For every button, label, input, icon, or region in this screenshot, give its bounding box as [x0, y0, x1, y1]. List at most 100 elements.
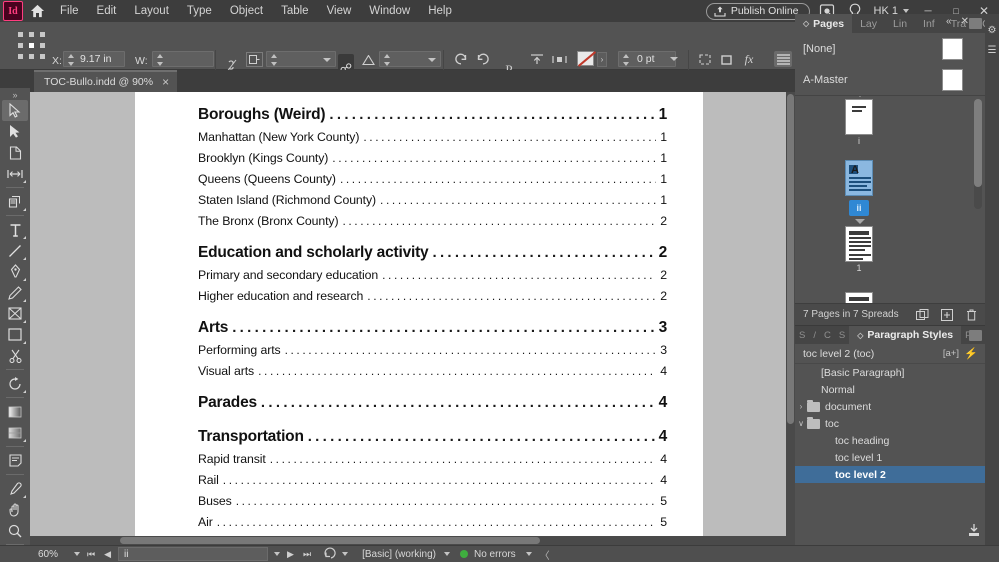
scale-x-spinner-icon[interactable] — [270, 54, 279, 66]
toc-text-frame[interactable]: Boroughs (Weird)........................… — [198, 106, 667, 545]
tool-flyout-arrow-icon[interactable] — [23, 390, 26, 393]
page-thumbnail-item[interactable]: 2 — [845, 292, 873, 303]
toc-entry-level-2[interactable]: Brooklyn (Kings County).................… — [198, 151, 667, 165]
x-spinner-icon[interactable] — [67, 54, 76, 66]
tool-flyout-arrow-icon[interactable] — [23, 320, 26, 323]
tools-collapse-handle[interactable]: » — [2, 90, 28, 100]
new-page-icon[interactable] — [939, 308, 955, 322]
style-item-toc-heading[interactable]: toc heading — [795, 432, 985, 449]
tool-flyout-arrow-icon[interactable] — [23, 236, 26, 239]
zoom-level-value[interactable]: 60% — [22, 549, 74, 560]
toc-entry-level-2[interactable]: Rapid transit...........................… — [198, 452, 667, 466]
master-thumbnail[interactable] — [942, 38, 963, 60]
pencil-tool[interactable] — [2, 282, 28, 303]
scale-x-field[interactable] — [266, 51, 336, 67]
menu-edit[interactable]: Edit — [88, 0, 126, 22]
align-top-icon[interactable] — [528, 52, 545, 67]
fitting-options-icon[interactable] — [696, 52, 713, 67]
preflight-status[interactable] — [318, 547, 354, 562]
menu-view[interactable]: View — [318, 0, 361, 22]
document-page[interactable]: Boroughs (Weird)........................… — [135, 92, 703, 545]
toc-entry-level-1[interactable]: Boroughs (Weird)........................… — [198, 106, 667, 124]
hand-tool[interactable] — [2, 499, 28, 520]
dock-collapse-icon[interactable]: « — [946, 16, 952, 27]
page-thumbnail[interactable] — [845, 99, 873, 135]
style-item--basic-paragraph-[interactable]: [Basic Paragraph] — [795, 364, 985, 381]
menu-window[interactable]: Window — [360, 0, 419, 22]
tool-flyout-arrow-icon[interactable] — [23, 299, 26, 302]
page-thumbnail[interactable] — [845, 292, 873, 303]
styles-mini-tab-2[interactable]: C — [820, 330, 835, 341]
selection-tool[interactable] — [2, 100, 28, 121]
stroke-weight-spinner-icon[interactable] — [622, 54, 631, 66]
shear-field[interactable] — [379, 51, 441, 67]
stroke-weight-field[interactable]: 0 pt — [618, 51, 676, 67]
pen-tool[interactable] — [2, 261, 28, 282]
toc-entry-level-2[interactable]: Manhattan (New York County).............… — [198, 130, 667, 144]
toc-entry-level-2[interactable]: Performing arts.........................… — [198, 343, 667, 357]
tool-flyout-arrow-icon[interactable] — [23, 180, 26, 183]
gradient-feather-tool[interactable] — [2, 422, 28, 443]
style-item-toc-level-2[interactable]: toc level 2 — [795, 466, 985, 483]
delete-page-trash-icon[interactable] — [963, 308, 979, 322]
tool-flyout-arrow-icon[interactable] — [23, 439, 26, 442]
styles-mini-tab-1[interactable]: / — [809, 330, 820, 341]
frame-tool[interactable] — [2, 303, 28, 324]
tool-flyout-arrow-icon[interactable] — [23, 257, 26, 260]
pages-panel-menu-icon[interactable] — [969, 18, 982, 29]
page-tool[interactable] — [2, 142, 28, 163]
toc-entry-level-1[interactable]: Arts....................................… — [198, 319, 667, 337]
tab-paragraph-styles[interactable]: ◇ Paragraph Styles — [849, 326, 961, 345]
pages-scrollbar[interactable] — [974, 99, 982, 209]
reference-point-selector[interactable] — [18, 32, 46, 60]
page-thumbnail-item[interactable]: i — [845, 99, 873, 146]
w-spinner-icon[interactable] — [156, 54, 165, 66]
effects-fx-icon[interactable]: fx — [740, 52, 758, 67]
scissors-tool[interactable] — [2, 345, 28, 366]
note-tool[interactable] — [2, 450, 28, 471]
last-page-icon[interactable]: ⏭ — [303, 549, 311, 560]
frame-fitting-icon[interactable] — [718, 52, 735, 67]
pages-thumbnail-area[interactable]: iA12ii — [795, 95, 985, 303]
fill-swatch[interactable] — [577, 51, 594, 66]
dock-close-icon[interactable]: ✕ — [961, 16, 969, 27]
styles-panel-menu-icon[interactable] — [969, 330, 982, 341]
disclosure-triangle-icon[interactable]: ∨ — [795, 419, 807, 428]
toc-entry-level-2[interactable]: Queens (Queens County)..................… — [198, 172, 667, 186]
zoom-tool[interactable] — [2, 520, 28, 541]
free-transform-tool[interactable] — [2, 373, 28, 394]
menu-layout[interactable]: Layout — [125, 0, 178, 22]
page-thumbnail-item[interactable]: A — [845, 160, 873, 196]
style-item-normal[interactable]: Normal — [795, 381, 985, 398]
toc-entry-level-2[interactable]: Rail....................................… — [198, 473, 667, 487]
rail-settings-gear-icon[interactable]: ⚙ — [985, 20, 999, 40]
type-tool[interactable] — [2, 219, 28, 240]
close-icon[interactable]: × — [162, 75, 169, 89]
toc-entry-level-2[interactable]: The Bronx (Bronx County)................… — [198, 214, 667, 228]
quick-apply-bolt-icon[interactable]: ⚡ — [964, 347, 978, 360]
menu-object[interactable]: Object — [221, 0, 272, 22]
menu-type[interactable]: Type — [178, 0, 221, 22]
page-number-field[interactable]: ii — [118, 547, 268, 561]
toc-entry-level-2[interactable]: Higher education and research...........… — [198, 289, 667, 303]
x-field[interactable]: 9.17 in — [63, 51, 125, 67]
direct-selection-tool[interactable] — [2, 121, 28, 142]
master-thumbnail[interactable] — [942, 69, 963, 91]
toc-entry-level-2[interactable]: Buses...................................… — [198, 494, 667, 508]
shear-spinner-icon[interactable] — [383, 54, 392, 66]
fill-swatch-menu-icon[interactable]: › — [597, 52, 607, 67]
preflight-dropdown-icon[interactable] — [342, 552, 348, 556]
eyedropper-tool[interactable] — [2, 478, 28, 499]
style-item-toc[interactable]: ∨toc — [795, 415, 985, 432]
canvas-vertical-scrollbar[interactable] — [786, 92, 795, 536]
tool-flyout-arrow-icon[interactable] — [23, 495, 26, 498]
next-page-icon[interactable]: ▶ — [287, 549, 294, 560]
tab-inf[interactable]: Inf — [915, 14, 943, 33]
document-canvas[interactable]: Boroughs (Weird)........................… — [30, 92, 795, 545]
w-field[interactable] — [152, 51, 214, 67]
master-item-a-master[interactable]: A-Master — [795, 64, 985, 95]
tool-flyout-arrow-icon[interactable] — [23, 208, 26, 211]
line-tool[interactable] — [2, 240, 28, 261]
master-item-none[interactable]: [None] — [795, 33, 985, 64]
menu-help[interactable]: Help — [419, 0, 461, 22]
